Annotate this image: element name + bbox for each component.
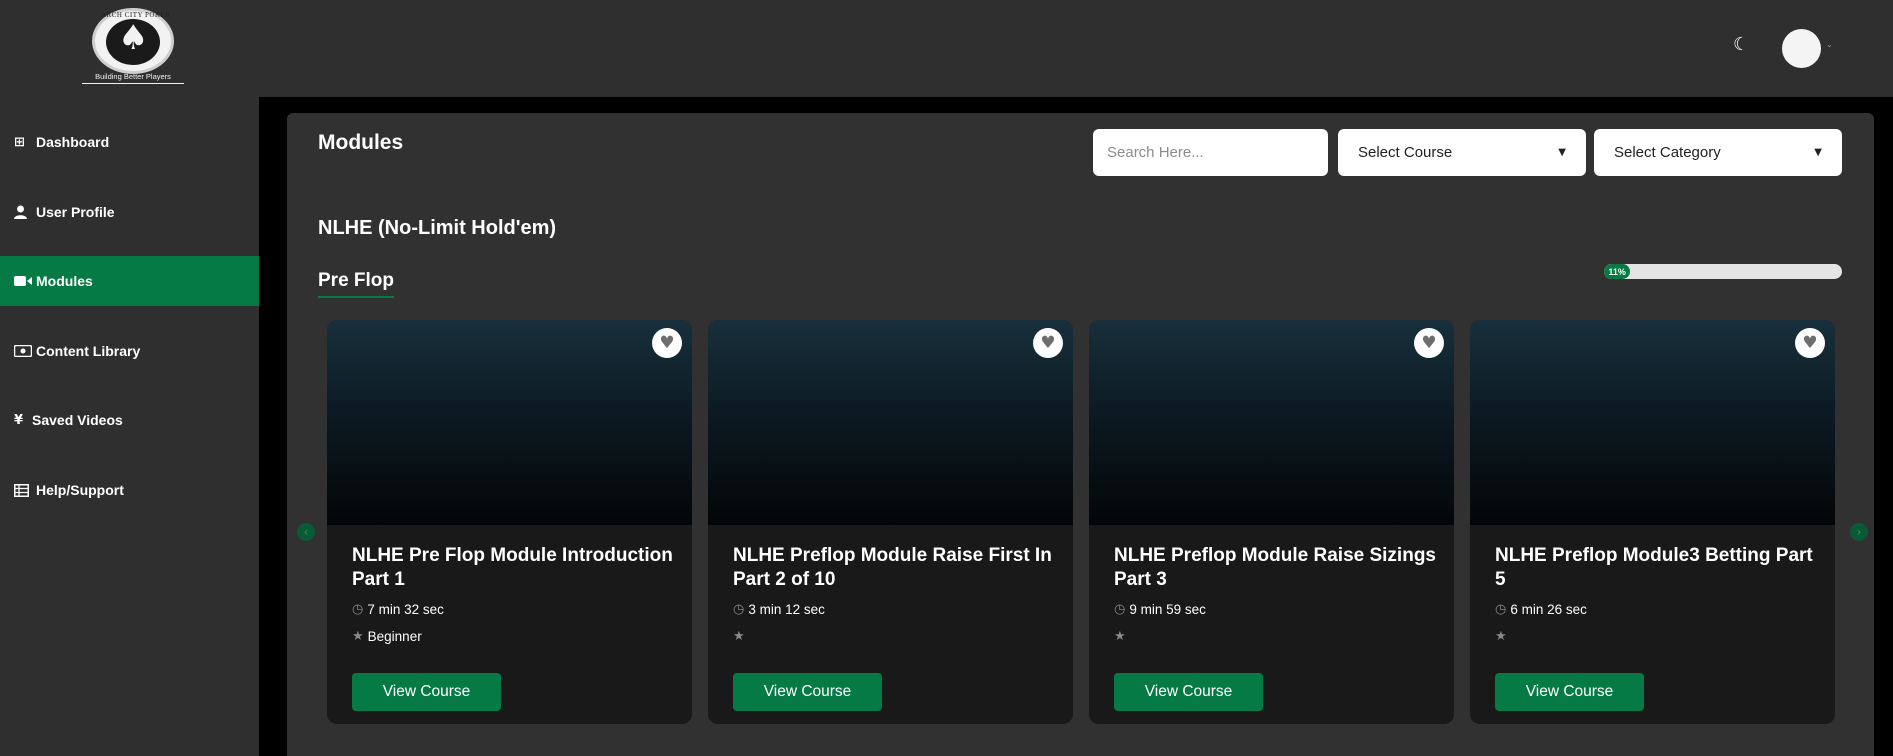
video-thumbnail[interactable] [1089,320,1454,525]
module-card: ♥ NLHE Preflop Module Raise First In Par… [708,320,1073,724]
module-subtitle: Pre Flop [318,270,395,298]
sidebar-item-dashboard[interactable]: ⊞ Dashboard [0,117,259,167]
page-title: Modules [318,131,404,154]
carousel-next-button[interactable]: › [1850,523,1868,541]
moon-icon[interactable]: ☾ [1733,36,1749,54]
level-text: Beginner [367,629,422,644]
sidebar-item-label: Dashboard [36,134,110,150]
view-course-button[interactable]: View Course [1495,673,1644,711]
course-select[interactable]: Select Course ▼ [1338,129,1586,176]
view-course-button[interactable]: View Course [1114,673,1263,711]
card-level: ★ [1114,629,1130,644]
duration-text: 7 min 32 sec [367,602,444,617]
card-duration: ◷ 6 min 26 sec [1495,602,1587,617]
module-card: ♥ NLHE Pre Flop Module Introduction Part… [327,320,692,724]
search-input[interactable] [1093,129,1328,176]
heart-icon[interactable]: ♥ [1795,328,1825,358]
avatar[interactable] [1782,29,1821,68]
user-icon [14,205,36,219]
duration-text: 3 min 12 sec [748,602,825,617]
video-icon [14,275,36,287]
top-bar: ARCH CITY POKER ♠ Building Better Player… [0,0,1893,97]
duration-text: 9 min 59 sec [1129,602,1206,617]
sidebar-item-label: Help/Support [36,482,124,498]
sidebar-item-help-support[interactable]: Help/Support [0,465,259,515]
card-level: ★ [1495,629,1511,644]
sidebar-item-label: Modules [36,273,93,289]
sidebar-item-modules[interactable]: Modules [0,256,259,306]
sidebar-item-label: Saved Videos [32,412,123,428]
category-select[interactable]: Select Category ▼ [1594,129,1842,176]
card-duration: ◷ 7 min 32 sec [352,602,444,617]
section-title: NLHE (No-Limit Hold'em) [318,217,557,239]
star-icon: ★ [1114,629,1126,644]
module-card: ♥ NLHE Preflop Module Raise Sizings Part… [1089,320,1454,724]
progress-fill: 11% [1604,264,1631,279]
star-icon: ★ [352,629,364,644]
sidebar-item-content-library[interactable]: Content Library [0,326,259,376]
star-icon: ★ [1495,629,1507,644]
view-course-button[interactable]: View Course [352,673,501,711]
chevron-down-icon: ▼ [1814,147,1822,158]
card-level: ★ [733,629,749,644]
sidebar-item-label: Content Library [36,343,141,359]
carousel-prev-button[interactable]: ‹ [297,523,315,541]
card-title: NLHE Preflop Module Raise Sizings Part 3 [1114,545,1436,590]
course-select-value: Select Course [1358,144,1453,161]
sidebar-item-label: User Profile [36,204,115,220]
heart-icon[interactable]: ♥ [652,328,682,358]
video-thumbnail[interactable] [708,320,1073,525]
category-select-value: Select Category [1614,144,1721,161]
clock-icon: ◷ [1114,602,1126,617]
duration-text: 6 min 26 sec [1510,602,1587,617]
clock-icon: ◷ [733,602,745,617]
heart-icon[interactable]: ♥ [1033,328,1063,358]
chevron-down-icon: ▼ [1558,147,1566,158]
sidebar-item-user-profile[interactable]: User Profile [0,187,259,237]
spade-icon: ♠ [118,18,149,58]
card-title: NLHE Pre Flop Module Introduction Part 1 [352,545,673,590]
view-course-button[interactable]: View Course [733,673,882,711]
heart-icon[interactable]: ♥ [1414,328,1444,358]
table-icon [14,483,36,497]
video-thumbnail[interactable] [327,320,692,525]
card-title: NLHE Preflop Module3 Betting Part 5 [1495,545,1813,590]
brand-logo[interactable]: ARCH CITY POKER ♠ Building Better Player… [82,8,184,88]
card-duration: ◷ 9 min 59 sec [1114,602,1206,617]
grid-icon: ⊞ [14,134,25,150]
clock-icon: ◷ [352,602,364,617]
card-duration: ◷ 3 min 12 sec [733,602,825,617]
video-thumbnail[interactable] [1470,320,1835,525]
sidebar: ⊞ Dashboard User Profile Modules Content… [0,97,259,756]
module-card: ♥ NLHE Preflop Module3 Betting Part 5 ◷ … [1470,320,1835,724]
chevron-down-icon[interactable]: ⌄ [1826,40,1833,49]
progress-bar: 11% [1604,264,1842,279]
card-level: ★ Beginner [352,629,422,644]
star-icon: ★ [733,629,745,644]
yen-icon: ¥ [14,412,24,428]
logo-tagline: Building Better Players [82,72,184,84]
money-icon [14,345,36,357]
card-title: NLHE Preflop Module Raise First In Part … [733,545,1052,590]
sidebar-item-saved-videos[interactable]: ¥ Saved Videos [0,395,259,445]
clock-icon: ◷ [1495,602,1507,617]
